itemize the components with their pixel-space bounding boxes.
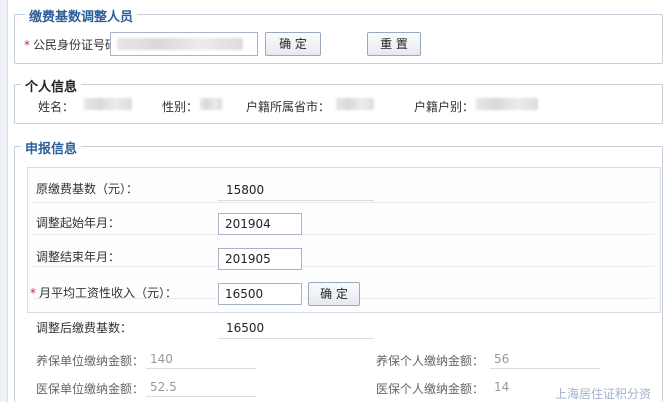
row-divider [34,266,654,267]
id-number-input[interactable] [110,32,258,56]
orig-base-label: 原缴费基数（元）： [36,182,139,196]
gender-label: 性别： [162,100,199,114]
gender-value-redacted [200,98,222,110]
medical-unit-value: 52.5 [150,380,177,394]
new-base-value: 16500 [226,321,265,335]
new-base-underline [218,338,374,339]
page: 缴费基数调整人员 * 公民身份证号码： 确 定 重 置 个人信息 姓名： 性别： … [0,0,663,402]
row-divider [34,202,654,203]
medical-unit-label: 医保单位缴纳金额： [36,382,145,396]
medical-unit-underline [146,396,256,397]
personal-section-title: 个人信息 [21,76,82,95]
new-base-label: 调整后缴费基数： [36,321,133,335]
left-edge [0,0,8,402]
required-marker: * [24,38,30,52]
household-type-value-redacted [476,98,538,110]
adjust-start-input[interactable]: 201904 [218,213,302,235]
adjust-end-input[interactable]: 201905 [218,248,302,270]
adjust-start-label: 调整起始年月： [36,216,121,230]
province-label: 户籍所属省市： [246,100,331,114]
medical-person-value: 14 [494,380,510,394]
row-divider [34,234,654,235]
province-value-redacted [336,98,374,110]
income-input[interactable]: 16500 [218,283,302,305]
pension-person-value: 56 [494,352,510,366]
pension-unit-underline [146,368,256,369]
required-marker: * [30,286,36,300]
income-label: * 月平均工资性收入（元）： [30,286,178,300]
pension-person-label: 养保个人缴纳金额： [376,354,485,368]
pension-unit-value: 140 [150,352,173,366]
adjust-end-label: 调整结束年月： [36,250,121,264]
redacted-value [117,38,243,50]
orig-base-value: 15800 [226,183,265,197]
adjust-section-title: 缴费基数调整人员 [25,6,138,25]
watermark-text: 上海居住证积分资 [554,387,651,401]
pension-unit-label: 养保单位缴纳金额： [36,354,145,368]
orig-base-underline [218,200,374,201]
pension-person-underline [490,368,600,369]
medical-person-label: 医保个人缴纳金额： [376,382,485,396]
id-confirm-button[interactable]: 确 定 [265,32,321,56]
name-label: 姓名： [38,100,75,114]
report-section-title: 申报信息 [21,138,82,157]
household-type-label: 户籍户别： [414,100,475,114]
name-value-redacted [84,98,132,110]
income-confirm-button[interactable]: 确 定 [308,282,360,306]
reset-button[interactable]: 重 置 [367,32,421,56]
